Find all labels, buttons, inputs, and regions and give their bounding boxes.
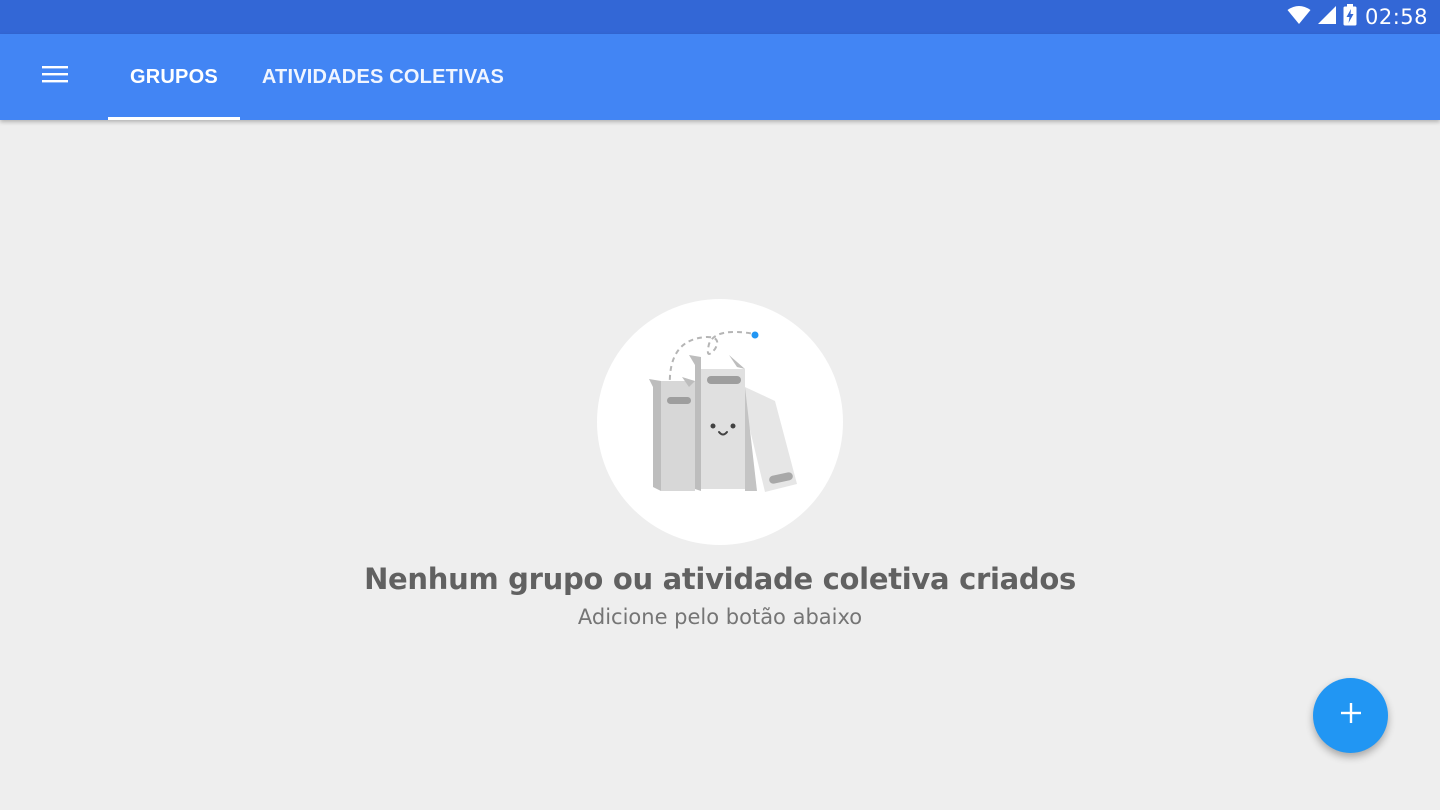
battery-charging-icon [1343,3,1357,31]
empty-state: Nenhum grupo ou atividade coletiva criad… [0,120,1440,810]
status-bar: 02:58 [0,0,1440,34]
empty-state-title: Nenhum grupo ou atividade coletiva criad… [364,562,1076,596]
tab-label: GRUPOS [130,65,218,88]
menu-button[interactable] [26,54,84,98]
tab-selected-indicator [108,117,240,120]
signal-icon [1317,5,1337,30]
app-bar: GRUPOS ATIVIDADES COLETIVAS [0,34,1440,120]
binders-illustration [597,331,843,549]
hamburger-menu-icon [41,64,69,89]
plus-icon [1339,701,1363,730]
empty-state-subtitle: Adicione pelo botão abaixo [577,605,863,629]
tab-bar: GRUPOS ATIVIDADES COLETIVAS [108,34,526,120]
wifi-icon [1287,5,1311,30]
tab-grupos[interactable]: GRUPOS [108,34,240,120]
tab-label: ATIVIDADES COLETIVAS [261,65,505,88]
status-icons [1287,3,1357,31]
status-time: 02:58 [1364,5,1428,29]
tab-atividades-coletivas[interactable]: ATIVIDADES COLETIVAS [240,34,526,120]
add-button[interactable] [1313,678,1388,753]
empty-illustration-circle [597,299,843,545]
